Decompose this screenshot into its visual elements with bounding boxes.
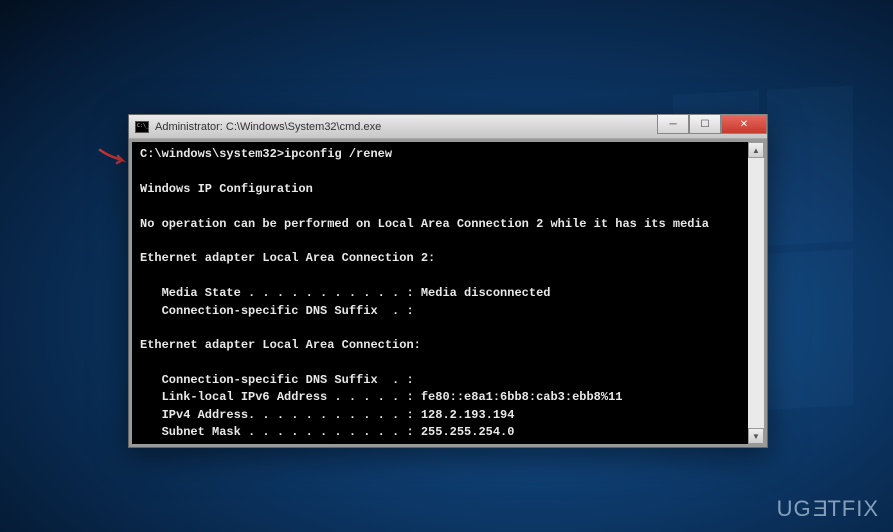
scroll-up-button[interactable]: ▲ <box>748 142 764 158</box>
minimize-button[interactable]: ─ <box>657 114 689 134</box>
cmd-window: Administrator: C:\Windows\System32\cmd.e… <box>128 114 768 448</box>
close-button[interactable]: ✕ <box>721 114 767 134</box>
annotation-arrow <box>98 148 128 168</box>
watermark-logo: UGETFIX <box>777 496 879 522</box>
window-title: Administrator: C:\Windows\System32\cmd.e… <box>155 121 381 133</box>
terminal-viewport[interactable]: C:\windows\system32>ipconfig /renew Wind… <box>132 142 764 444</box>
terminal-output: C:\windows\system32>ipconfig /renew Wind… <box>140 146 756 444</box>
window-titlebar[interactable]: Administrator: C:\Windows\System32\cmd.e… <box>129 115 767 139</box>
scrollbar[interactable]: ▲ ▼ <box>748 142 764 444</box>
scroll-down-button[interactable]: ▼ <box>748 428 764 444</box>
maximize-button[interactable]: ☐ <box>689 114 721 134</box>
window-controls: ─ ☐ ✕ <box>657 114 767 134</box>
cmd-icon <box>135 121 149 133</box>
